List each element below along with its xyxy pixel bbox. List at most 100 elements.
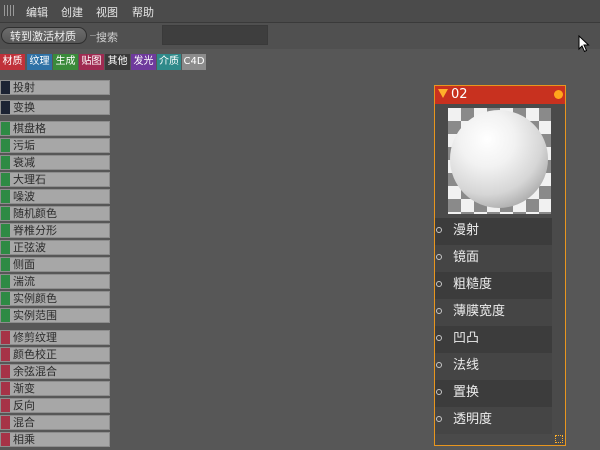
list-item[interactable]: 湍流	[0, 274, 110, 289]
list-item[interactable]: 噪波	[0, 189, 110, 204]
output-port-icon[interactable]	[554, 90, 563, 99]
input-port-row[interactable]: 粗糙度	[435, 272, 552, 299]
tab-generate[interactable]: 生成	[53, 54, 78, 70]
list-item[interactable]: 污垢	[0, 138, 110, 153]
tab-label: 纹理	[29, 56, 50, 67]
list-item-label: 衰减	[13, 156, 35, 169]
category-bar	[1, 433, 10, 446]
category-bar	[1, 292, 10, 305]
tab-map[interactable]: 贴图	[79, 54, 104, 70]
category-bar	[1, 275, 10, 288]
input-port-row[interactable]: 漫射	[435, 218, 552, 245]
list-item-label: 反向	[13, 399, 35, 412]
list-item[interactable]: 渐变	[0, 381, 110, 396]
tab-c4d[interactable]: C4D	[182, 54, 206, 70]
category-bar	[1, 156, 10, 169]
toolbar: 转到激活材质 搜索	[0, 23, 600, 49]
list-item[interactable]: 实例范围	[0, 308, 110, 323]
list-item[interactable]: 衰减	[0, 155, 110, 170]
category-bar	[1, 399, 10, 412]
list-item[interactable]: 相乘	[0, 432, 110, 447]
list-item[interactable]: 修剪纹理	[0, 330, 110, 345]
list-item[interactable]: 脊椎分形	[0, 223, 110, 238]
input-port-row[interactable]: 置换	[435, 380, 552, 407]
category-bar	[1, 241, 10, 254]
list-item-label: 余弦混合	[13, 365, 57, 378]
input-port-icon[interactable]	[436, 281, 442, 287]
list-item-label: 修剪纹理	[13, 331, 57, 344]
input-port-icon[interactable]	[436, 254, 442, 260]
input-port-row[interactable]: 薄膜宽度	[435, 299, 552, 326]
list-item[interactable]: 随机颜色	[0, 206, 110, 221]
category-bar	[1, 331, 10, 344]
collapse-triangle-icon[interactable]	[438, 89, 448, 98]
list-item-label: 正弦波	[13, 241, 46, 254]
menu-edit[interactable]: 编辑	[26, 4, 48, 20]
input-port-icon[interactable]	[436, 227, 442, 233]
input-port-icon[interactable]	[436, 389, 442, 395]
menu-create[interactable]: 创建	[61, 4, 83, 20]
menu-bar: 编辑 创建 视图 帮助	[0, 0, 600, 23]
list-item-label: 颜色校正	[13, 348, 57, 361]
tab-material[interactable]: 材质	[0, 54, 25, 70]
list-item-label: 变换	[13, 101, 35, 114]
list-item[interactable]: 颜色校正	[0, 347, 110, 362]
port-label: 粗糙度	[453, 277, 493, 292]
tab-medium[interactable]: 介质	[157, 54, 181, 70]
list-item[interactable]: 实例颜色	[0, 291, 110, 306]
tab-label: 介质	[159, 56, 179, 67]
list-item[interactable]: 大理石	[0, 172, 110, 187]
list-item-label: 脊椎分形	[13, 224, 57, 237]
list-item-label: 实例颜色	[13, 292, 57, 305]
list-item[interactable]: 侧面	[0, 257, 110, 272]
list-item-label: 随机颜色	[13, 207, 57, 220]
node-header[interactable]: 02	[435, 86, 565, 104]
list-item[interactable]: 余弦混合	[0, 364, 110, 379]
category-bar	[1, 101, 10, 114]
list-item[interactable]: 正弦波	[0, 240, 110, 255]
list-item[interactable]: 棋盘格	[0, 121, 110, 136]
list-item[interactable]: 反向	[0, 398, 110, 413]
list-item-label: 大理石	[13, 173, 46, 186]
list-item-label: 噪波	[13, 190, 35, 203]
list-item[interactable]: 投射	[0, 80, 110, 95]
material-node[interactable]: 02 漫射 镜面 粗糙度 薄膜宽度 凹凸 法线 置换 透明度	[434, 85, 566, 446]
input-port-icon[interactable]	[436, 308, 442, 314]
resize-handle-icon[interactable]	[555, 435, 563, 443]
tab-emission[interactable]: 发光	[131, 54, 156, 70]
port-label: 漫射	[453, 223, 480, 238]
input-port-row[interactable]: 透明度	[435, 407, 552, 434]
tab-label: C4D	[183, 56, 205, 67]
input-port-row[interactable]: 凹凸	[435, 326, 552, 353]
tab-other[interactable]: 其他	[105, 54, 130, 70]
material-preview	[448, 108, 551, 214]
category-bar	[1, 309, 10, 322]
input-port-icon[interactable]	[436, 416, 442, 422]
tab-label: 其他	[107, 56, 128, 67]
category-bar	[1, 173, 10, 186]
input-port-row[interactable]: 法线	[435, 353, 552, 380]
list-item-label: 污垢	[13, 139, 35, 152]
input-port-row[interactable]: 镜面	[435, 245, 552, 272]
category-bar	[1, 139, 10, 152]
menu-view[interactable]: 视图	[96, 4, 118, 20]
list-item-label: 投射	[13, 81, 35, 94]
list-item[interactable]: 混合	[0, 415, 110, 430]
grip-icon[interactable]	[4, 5, 16, 16]
port-label: 薄膜宽度	[453, 304, 506, 319]
tab-label: 生成	[55, 56, 76, 67]
node-title: 02	[451, 87, 468, 102]
search-input[interactable]	[162, 25, 268, 45]
list-item-label: 实例范围	[13, 309, 57, 322]
port-label: 凹凸	[453, 331, 480, 346]
category-bar	[1, 224, 10, 237]
tab-label: 材质	[2, 56, 23, 67]
menu-help[interactable]: 帮助	[132, 4, 154, 20]
port-label: 镜面	[453, 250, 480, 265]
go-to-active-material-button[interactable]: 转到激活材质	[1, 27, 87, 44]
tab-texture[interactable]: 纹理	[27, 54, 52, 70]
input-port-icon[interactable]	[436, 335, 442, 341]
input-port-icon[interactable]	[436, 362, 442, 368]
list-item[interactable]: 变换	[0, 100, 110, 115]
category-bar	[1, 382, 10, 395]
